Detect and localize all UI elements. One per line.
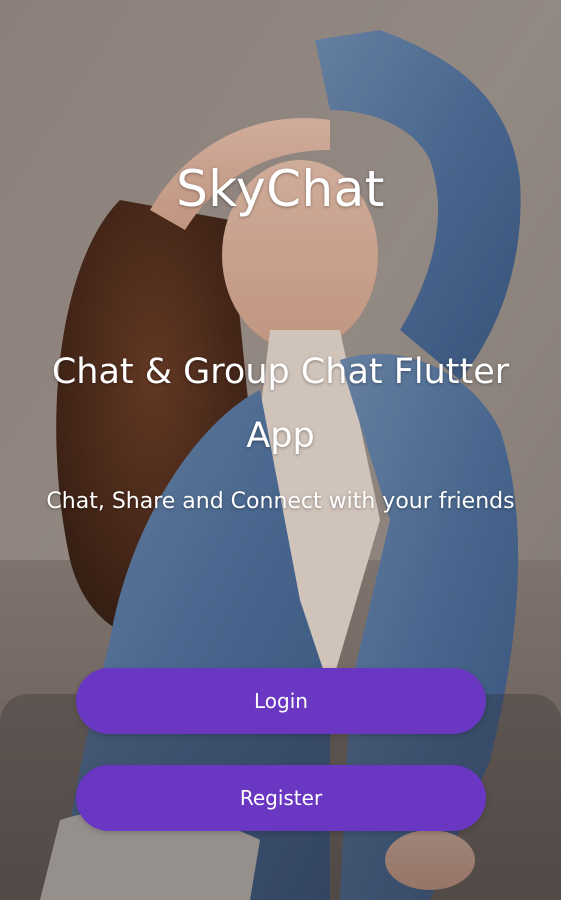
subheadline: Chat, Share and Connect with your friend… bbox=[46, 489, 515, 514]
app-title: SkyChat bbox=[176, 160, 385, 218]
welcome-screen: SkyChat Chat & Group Chat Flutter App Ch… bbox=[0, 0, 561, 900]
register-button[interactable]: Register bbox=[76, 765, 486, 831]
headline: Chat & Group Chat Flutter App bbox=[51, 352, 510, 456]
login-button[interactable]: Login bbox=[76, 668, 486, 734]
